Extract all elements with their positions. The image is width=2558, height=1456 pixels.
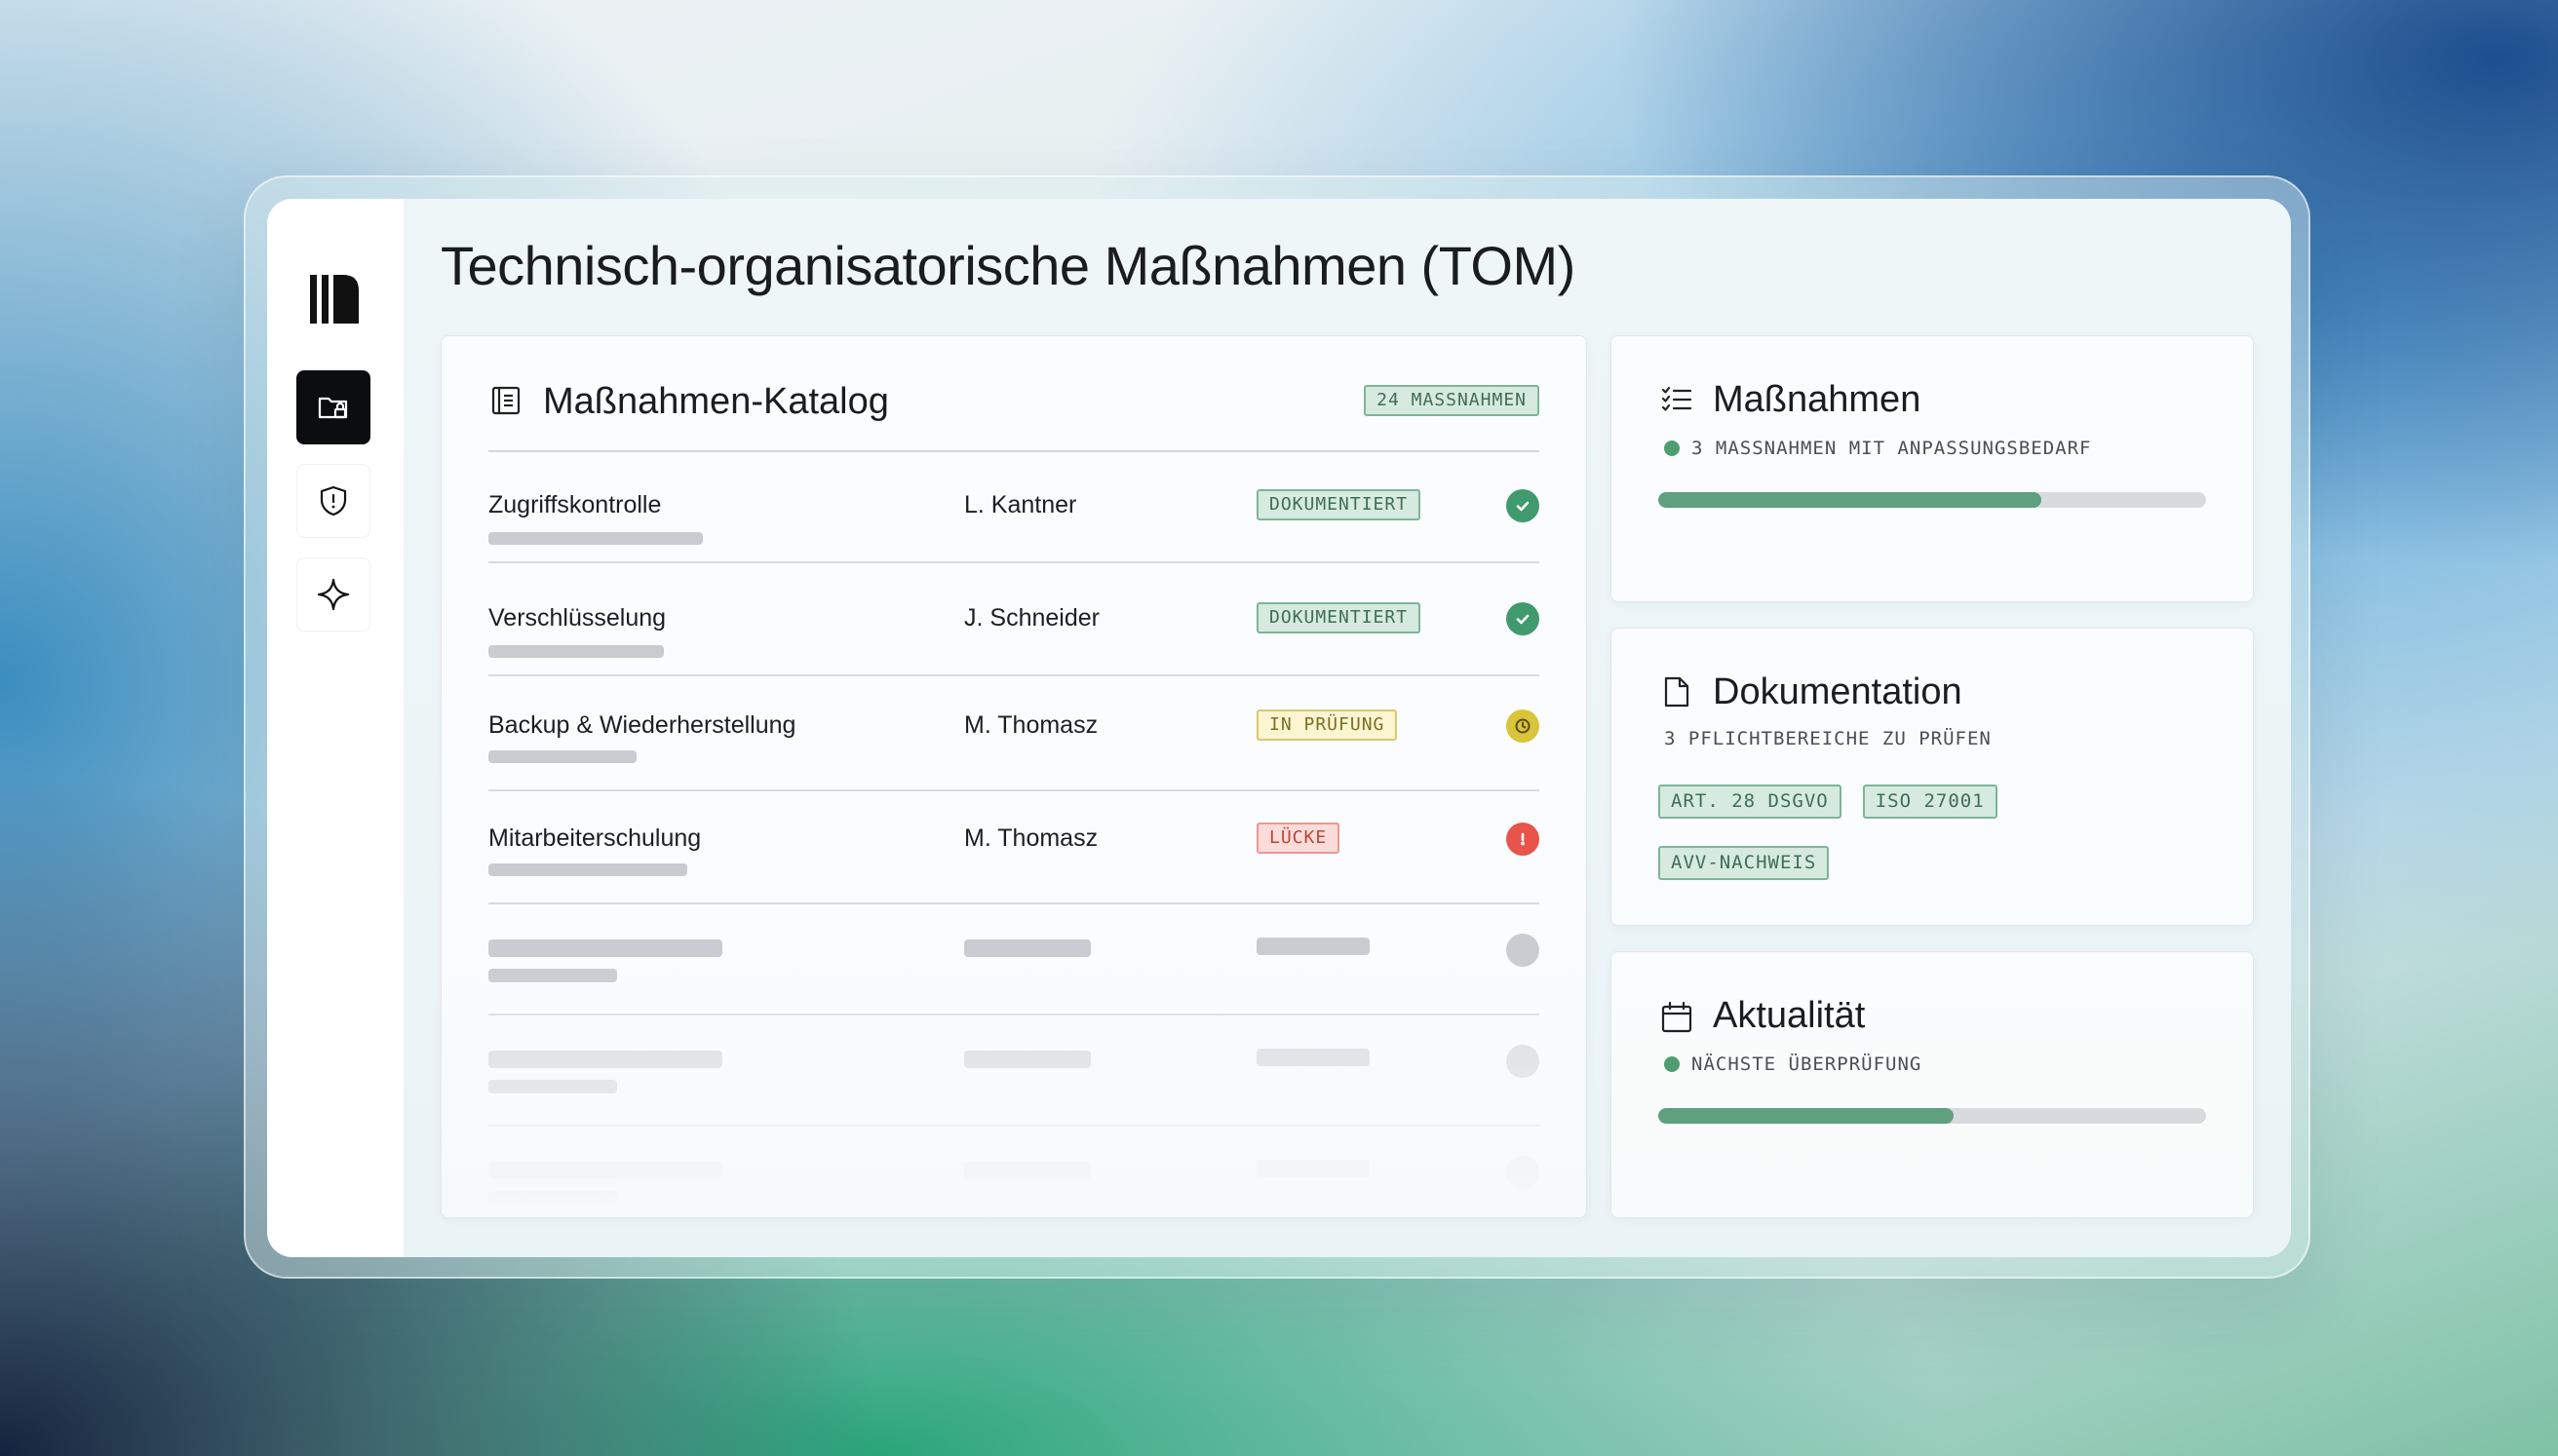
check-circle-icon	[1506, 489, 1539, 522]
sparkle-icon	[317, 578, 350, 611]
table-row[interactable]: Verschlüsselung J. Schneider DOKUMENTIER…	[488, 565, 1539, 676]
measure-owner: M. Thomasz	[964, 824, 1099, 852]
sidebar-item-folder-lock[interactable]	[296, 370, 370, 444]
currency-progress-bar	[1658, 1108, 2206, 1124]
measures-card[interactable]: Maßnahmen 3 MASSNAHMEN MIT ANPASSUNGSBED…	[1610, 335, 2254, 602]
measures-progress-fill	[1658, 492, 2042, 508]
measure-owner: J. Schneider	[964, 604, 1100, 632]
tag-chip[interactable]: ISO 27001	[1862, 785, 1997, 819]
catalog-card: Maßnahmen-Katalog 24 MASSNAHMEN Zugriffs…	[441, 335, 1587, 1218]
measure-name: Mitarbeiterschulung	[488, 824, 702, 852]
documentation-subtitle: 3 PFLICHTBEREICHE ZU PRÜFEN	[1664, 728, 1992, 749]
progress-placeholder-bar	[488, 863, 687, 876]
documentation-tags: ART. 28 DSGVO ISO 27001 AVV-NACHWEIS	[1658, 785, 2068, 907]
status-badge: LÜCKE	[1257, 823, 1340, 854]
calendar-icon	[1661, 1001, 1692, 1033]
app-window: Technisch-organisatorische Maßnahmen (TO…	[267, 199, 2291, 1257]
measures-title: Maßnahmen	[1713, 379, 1921, 420]
catalog-title: Maßnahmen-Katalog	[543, 381, 889, 422]
status-dot	[1664, 1056, 1680, 1072]
progress-placeholder-bar	[488, 750, 637, 763]
measure-owner: L. Kantner	[964, 491, 1077, 518]
folder-lock-icon	[318, 397, 348, 419]
currency-title: Aktualität	[1713, 995, 1866, 1036]
tag-chip[interactable]: ART. 28 DSGVO	[1658, 785, 1841, 819]
table-row[interactable]: Backup & Wiederherstellung M. Thomasz IN…	[488, 678, 1539, 791]
currency-subtitle-text: NÄCHSTE ÜBERPRÜFUNG	[1691, 1054, 1922, 1075]
measure-owner: M. Thomasz	[964, 711, 1099, 739]
currency-subtitle: NÄCHSTE ÜBERPRÜFUNG	[1664, 1054, 1921, 1075]
measures-subtitle: 3 MASSNAHMEN MIT ANPASSUNGSBEDARF	[1664, 438, 2092, 459]
table-row[interactable]: Mitarbeiterschulung M. Thomasz LÜCKE	[488, 791, 1539, 904]
measures-progress-bar	[1658, 492, 2206, 508]
table-row[interactable]: Zugriffskontrolle L. Kantner DOKUMENTIER…	[488, 452, 1539, 563]
measure-name: Backup & Wiederherstellung	[488, 711, 796, 739]
divider	[488, 674, 1539, 676]
status-badge: DOKUMENTIERT	[1257, 602, 1421, 633]
measures-subtitle-text: 3 MASSNAHMEN MIT ANPASSUNGSBEDARF	[1691, 438, 2092, 459]
status-badge: DOKUMENTIERT	[1257, 489, 1421, 520]
alert-circle-icon	[1506, 823, 1539, 856]
progress-placeholder-bar	[488, 645, 664, 658]
checklist-icon	[1661, 386, 1692, 411]
sidebar	[267, 199, 404, 1257]
app-logo	[310, 275, 359, 324]
sidebar-item-sparkle[interactable]	[296, 557, 370, 632]
clock-circle-icon	[1506, 709, 1539, 743]
status-dot	[1664, 441, 1680, 456]
shield-alert-icon	[320, 485, 347, 517]
fade-overlay	[442, 964, 1586, 1217]
divider	[488, 561, 1539, 563]
page-title: Technisch-organisatorische Maßnahmen (TO…	[441, 235, 1575, 296]
currency-progress-fill	[1658, 1108, 1955, 1124]
measure-name: Zugriffskontrolle	[488, 491, 662, 518]
documentation-card[interactable]: Dokumentation 3 PFLICHTBEREICHE ZU PRÜFE…	[1610, 628, 2254, 926]
placeholder-dot	[1506, 934, 1539, 967]
measure-name: Verschlüsselung	[488, 604, 667, 632]
documentation-title: Dokumentation	[1713, 671, 1962, 712]
currency-card[interactable]: Aktualität NÄCHSTE ÜBERPRÜFUNG	[1610, 951, 2254, 1218]
check-circle-icon	[1506, 602, 1539, 635]
sidebar-item-shield[interactable]	[296, 464, 370, 538]
measures-count-badge: 24 MASSNAHMEN	[1364, 385, 1539, 416]
placeholder-bar	[964, 939, 1091, 957]
list-document-icon	[491, 386, 521, 415]
progress-placeholder-bar	[488, 532, 703, 545]
placeholder-bar	[1257, 938, 1370, 955]
placeholder-bar	[488, 939, 722, 957]
catalog-header: Maßnahmen-Katalog 24 MASSNAHMEN	[488, 379, 1539, 428]
tag-chip[interactable]: AVV-NACHWEIS	[1658, 846, 1830, 880]
document-icon	[1664, 676, 1689, 708]
status-badge: IN PRÜFUNG	[1257, 709, 1398, 741]
